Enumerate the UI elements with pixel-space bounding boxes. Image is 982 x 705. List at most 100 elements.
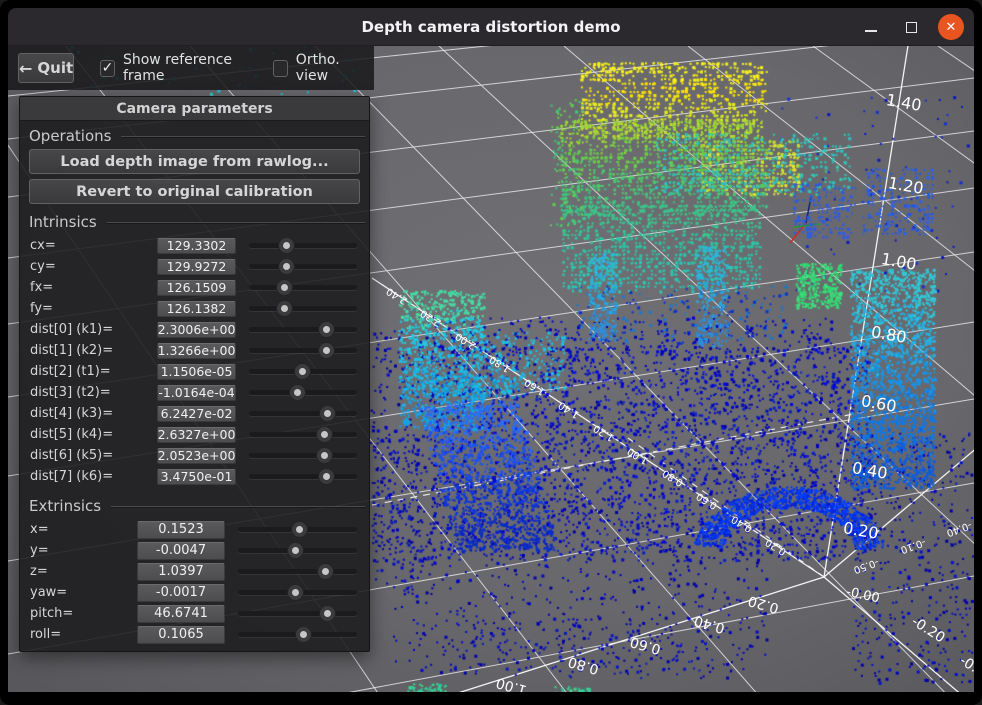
show-reference-frame-checkbox[interactable]: ✓ [100, 60, 115, 77]
slider-handle[interactable] [319, 322, 334, 337]
param-row-y: y=-0.0047 [20, 540, 369, 561]
param-value-field[interactable]: 2.3006e+00 [157, 322, 236, 338]
param-slider[interactable] [249, 258, 357, 275]
param-label: fx= [30, 280, 157, 295]
slider-track[interactable] [249, 243, 357, 248]
slider-handle[interactable] [277, 301, 292, 316]
param-label: dist[2] (t1)= [30, 364, 157, 379]
slider-handle[interactable] [319, 343, 334, 358]
slider-handle[interactable] [320, 406, 335, 421]
param-slider[interactable] [249, 342, 357, 359]
ortho-view-option: Ortho. view [273, 52, 364, 84]
param-value-field[interactable]: -0.0047 [137, 542, 225, 560]
show-reference-frame-label: Show reference frame [123, 52, 255, 84]
slider-handle[interactable] [292, 522, 307, 537]
param-value-field[interactable]: -1.0164e-04 [157, 385, 236, 401]
param-value-field[interactable]: 129.3302 [157, 238, 236, 254]
param-value-field[interactable]: 1.3266e+00 [157, 343, 236, 359]
param-value-field[interactable]: 2.6327e+00 [157, 427, 236, 443]
param-slider[interactable] [238, 584, 357, 601]
param-row-cx: cx=129.3302 [20, 235, 369, 256]
param-slider[interactable] [249, 468, 357, 485]
slider-track[interactable] [249, 264, 357, 269]
title-bar[interactable]: Depth camera distortion demo ✕ [8, 8, 974, 46]
slider-handle[interactable] [317, 448, 332, 463]
panel-title[interactable]: Camera parameters [20, 97, 369, 121]
slider-handle[interactable] [288, 543, 303, 558]
param-row-fy: fy=126.1382 [20, 298, 369, 319]
param-value-field[interactable]: 2.0523e+00 [157, 448, 236, 464]
slider-handle[interactable] [279, 238, 294, 253]
slider-handle[interactable] [290, 385, 305, 400]
param-row-dist3t2: dist[3] (t2)=-1.0164e-04 [20, 382, 369, 403]
param-value-field[interactable]: 0.1065 [137, 626, 225, 644]
param-label: y= [30, 543, 137, 558]
param-value-field[interactable]: 129.9272 [157, 259, 236, 275]
slider-handle[interactable] [288, 585, 303, 600]
param-row-dist4k3: dist[4] (k3)=6.2427e-02 [20, 403, 369, 424]
param-slider[interactable] [238, 521, 357, 538]
param-slider[interactable] [249, 321, 357, 338]
ortho-view-checkbox[interactable] [273, 60, 288, 77]
param-row-dist7k6: dist[7] (k6)=3.4750e-01 [20, 466, 369, 487]
param-value-field[interactable]: 1.1506e-05 [157, 364, 236, 380]
param-row-dist2t1: dist[2] (t1)=1.1506e-05 [20, 361, 369, 382]
quit-button-label: Quit [37, 59, 73, 77]
param-slider[interactable] [249, 363, 357, 380]
minimize-button[interactable] [858, 14, 884, 40]
param-slider[interactable] [249, 279, 357, 296]
slider-handle[interactable] [319, 469, 334, 484]
param-slider[interactable] [238, 626, 357, 643]
slider-track[interactable] [249, 285, 357, 290]
slider-track[interactable] [249, 453, 357, 458]
revert-calibration-button[interactable]: Revert to original calibration [29, 179, 360, 204]
show-reference-frame-option: ✓ Show reference frame [100, 52, 255, 84]
slider-track[interactable] [238, 569, 357, 574]
quit-button[interactable]: ← Quit [18, 53, 74, 83]
param-value-field[interactable]: 3.4750e-01 [157, 469, 236, 485]
param-value-field[interactable]: 1.0397 [137, 563, 225, 581]
slider-track[interactable] [249, 348, 357, 353]
back-arrow-icon: ← [19, 59, 32, 78]
param-slider[interactable] [249, 300, 357, 317]
param-slider[interactable] [249, 426, 357, 443]
param-row-dist0k1: dist[0] (k1)=2.3006e+00 [20, 319, 369, 340]
param-value-field[interactable]: 126.1382 [157, 301, 236, 317]
slider-handle[interactable] [318, 564, 333, 579]
slider-handle[interactable] [296, 627, 311, 642]
slider-handle[interactable] [277, 280, 292, 295]
maximize-icon [906, 22, 917, 33]
param-value-field[interactable]: 46.6741 [137, 605, 225, 623]
param-slider[interactable] [249, 447, 357, 464]
slider-track[interactable] [249, 474, 357, 479]
maximize-button[interactable] [898, 14, 924, 40]
param-slider[interactable] [238, 563, 357, 580]
slider-track[interactable] [249, 411, 357, 416]
close-button[interactable]: ✕ [938, 14, 964, 40]
intrinsics-header: Intrinsics [20, 209, 369, 235]
close-icon: ✕ [946, 21, 957, 34]
slider-track[interactable] [249, 432, 357, 437]
param-label: dist[7] (k6)= [30, 469, 157, 484]
slider-handle[interactable] [317, 427, 332, 442]
param-row-dist6k5: dist[6] (k5)=2.0523e+00 [20, 445, 369, 466]
param-value-field[interactable]: 0.1523 [137, 521, 225, 539]
param-slider[interactable] [249, 384, 357, 401]
param-slider[interactable] [238, 542, 357, 559]
load-depth-image-button[interactable]: Load depth image from rawlog... [29, 149, 360, 174]
slider-handle[interactable] [279, 259, 294, 274]
param-value-field[interactable]: 126.1509 [157, 280, 236, 296]
param-slider[interactable] [249, 405, 357, 422]
slider-track[interactable] [249, 306, 357, 311]
slider-handle[interactable] [295, 364, 310, 379]
param-slider[interactable] [238, 605, 357, 622]
param-value-field[interactable]: -0.0017 [137, 584, 225, 602]
ortho-view-label: Ortho. view [296, 52, 364, 84]
slider-track[interactable] [249, 327, 357, 332]
slider-handle[interactable] [320, 606, 335, 621]
param-value-field[interactable]: 6.2427e-02 [157, 406, 236, 422]
param-slider[interactable] [249, 237, 357, 254]
param-row-cy: cy=129.9272 [20, 256, 369, 277]
window-title: Depth camera distortion demo [361, 18, 620, 36]
slider-track[interactable] [238, 611, 357, 616]
